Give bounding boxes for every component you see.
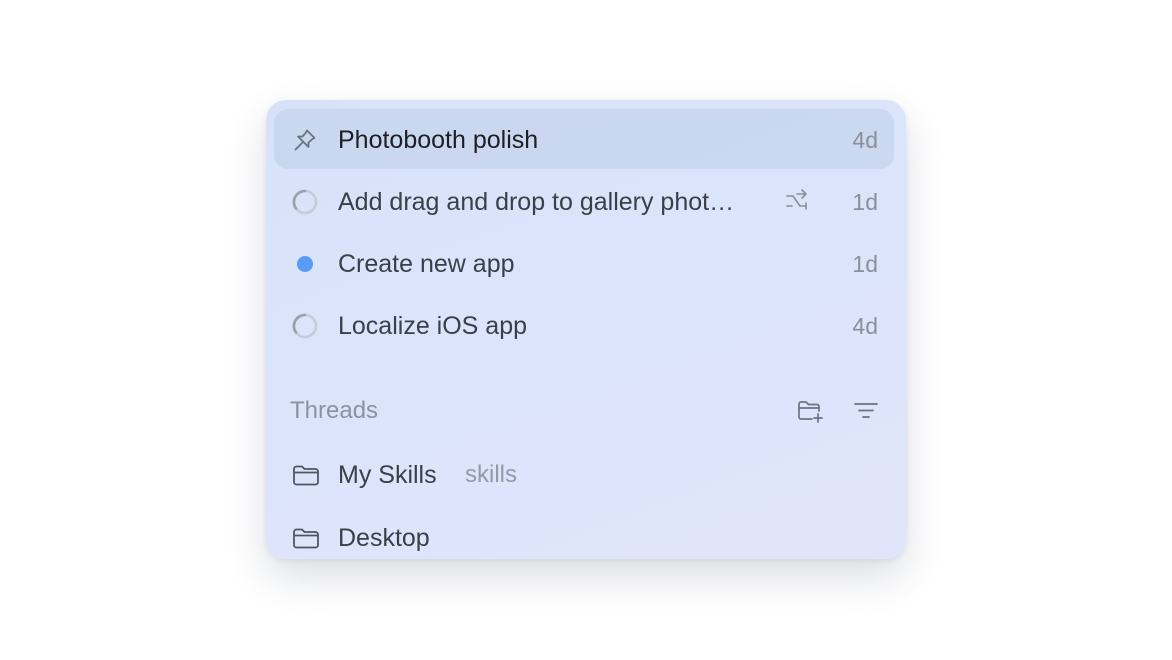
folder-title: My Skills — [338, 461, 437, 489]
thread-title: Localize iOS app — [338, 312, 528, 340]
spinner-icon — [291, 188, 319, 216]
pin-icon[interactable] — [291, 126, 319, 154]
folder-icon — [291, 460, 321, 490]
thread-age: 1d — [852, 189, 878, 215]
folder-row-desktop[interactable]: Desktop — [274, 513, 894, 559]
unread-dot-icon — [291, 250, 319, 278]
thread-row-drag-and-drop[interactable]: Add drag and drop to gallery phot… 1d — [274, 171, 894, 231]
thread-row-create-new-app[interactable]: Create new app 1d — [274, 233, 894, 293]
thread-title: Create new app — [338, 250, 515, 278]
folder-icon — [291, 523, 321, 553]
thread-age: 1d — [852, 251, 878, 277]
recent-threads-popover: Photobooth polish 4d Add drag and drop t… — [266, 100, 906, 559]
handoff-icon[interactable] — [784, 187, 812, 215]
spinner-icon — [291, 312, 319, 340]
folder-row-my-skills[interactable]: My Skills skills — [274, 450, 894, 500]
thread-row-photobooth-polish[interactable]: Photobooth polish 4d — [274, 109, 894, 169]
threads-section-header: Threads — [290, 397, 379, 424]
thread-age: 4d — [852, 313, 878, 339]
thread-title: Add drag and drop to gallery phot… — [338, 188, 735, 216]
filter-icon[interactable] — [852, 397, 880, 425]
thread-title: Photobooth polish — [338, 126, 539, 154]
thread-age: 4d — [852, 127, 878, 153]
thread-row-localize-ios-app[interactable]: Localize iOS app 4d — [274, 295, 894, 355]
folder-title: Desktop — [338, 524, 430, 552]
new-folder-icon[interactable] — [796, 397, 824, 425]
folder-tag: skills — [465, 461, 517, 488]
